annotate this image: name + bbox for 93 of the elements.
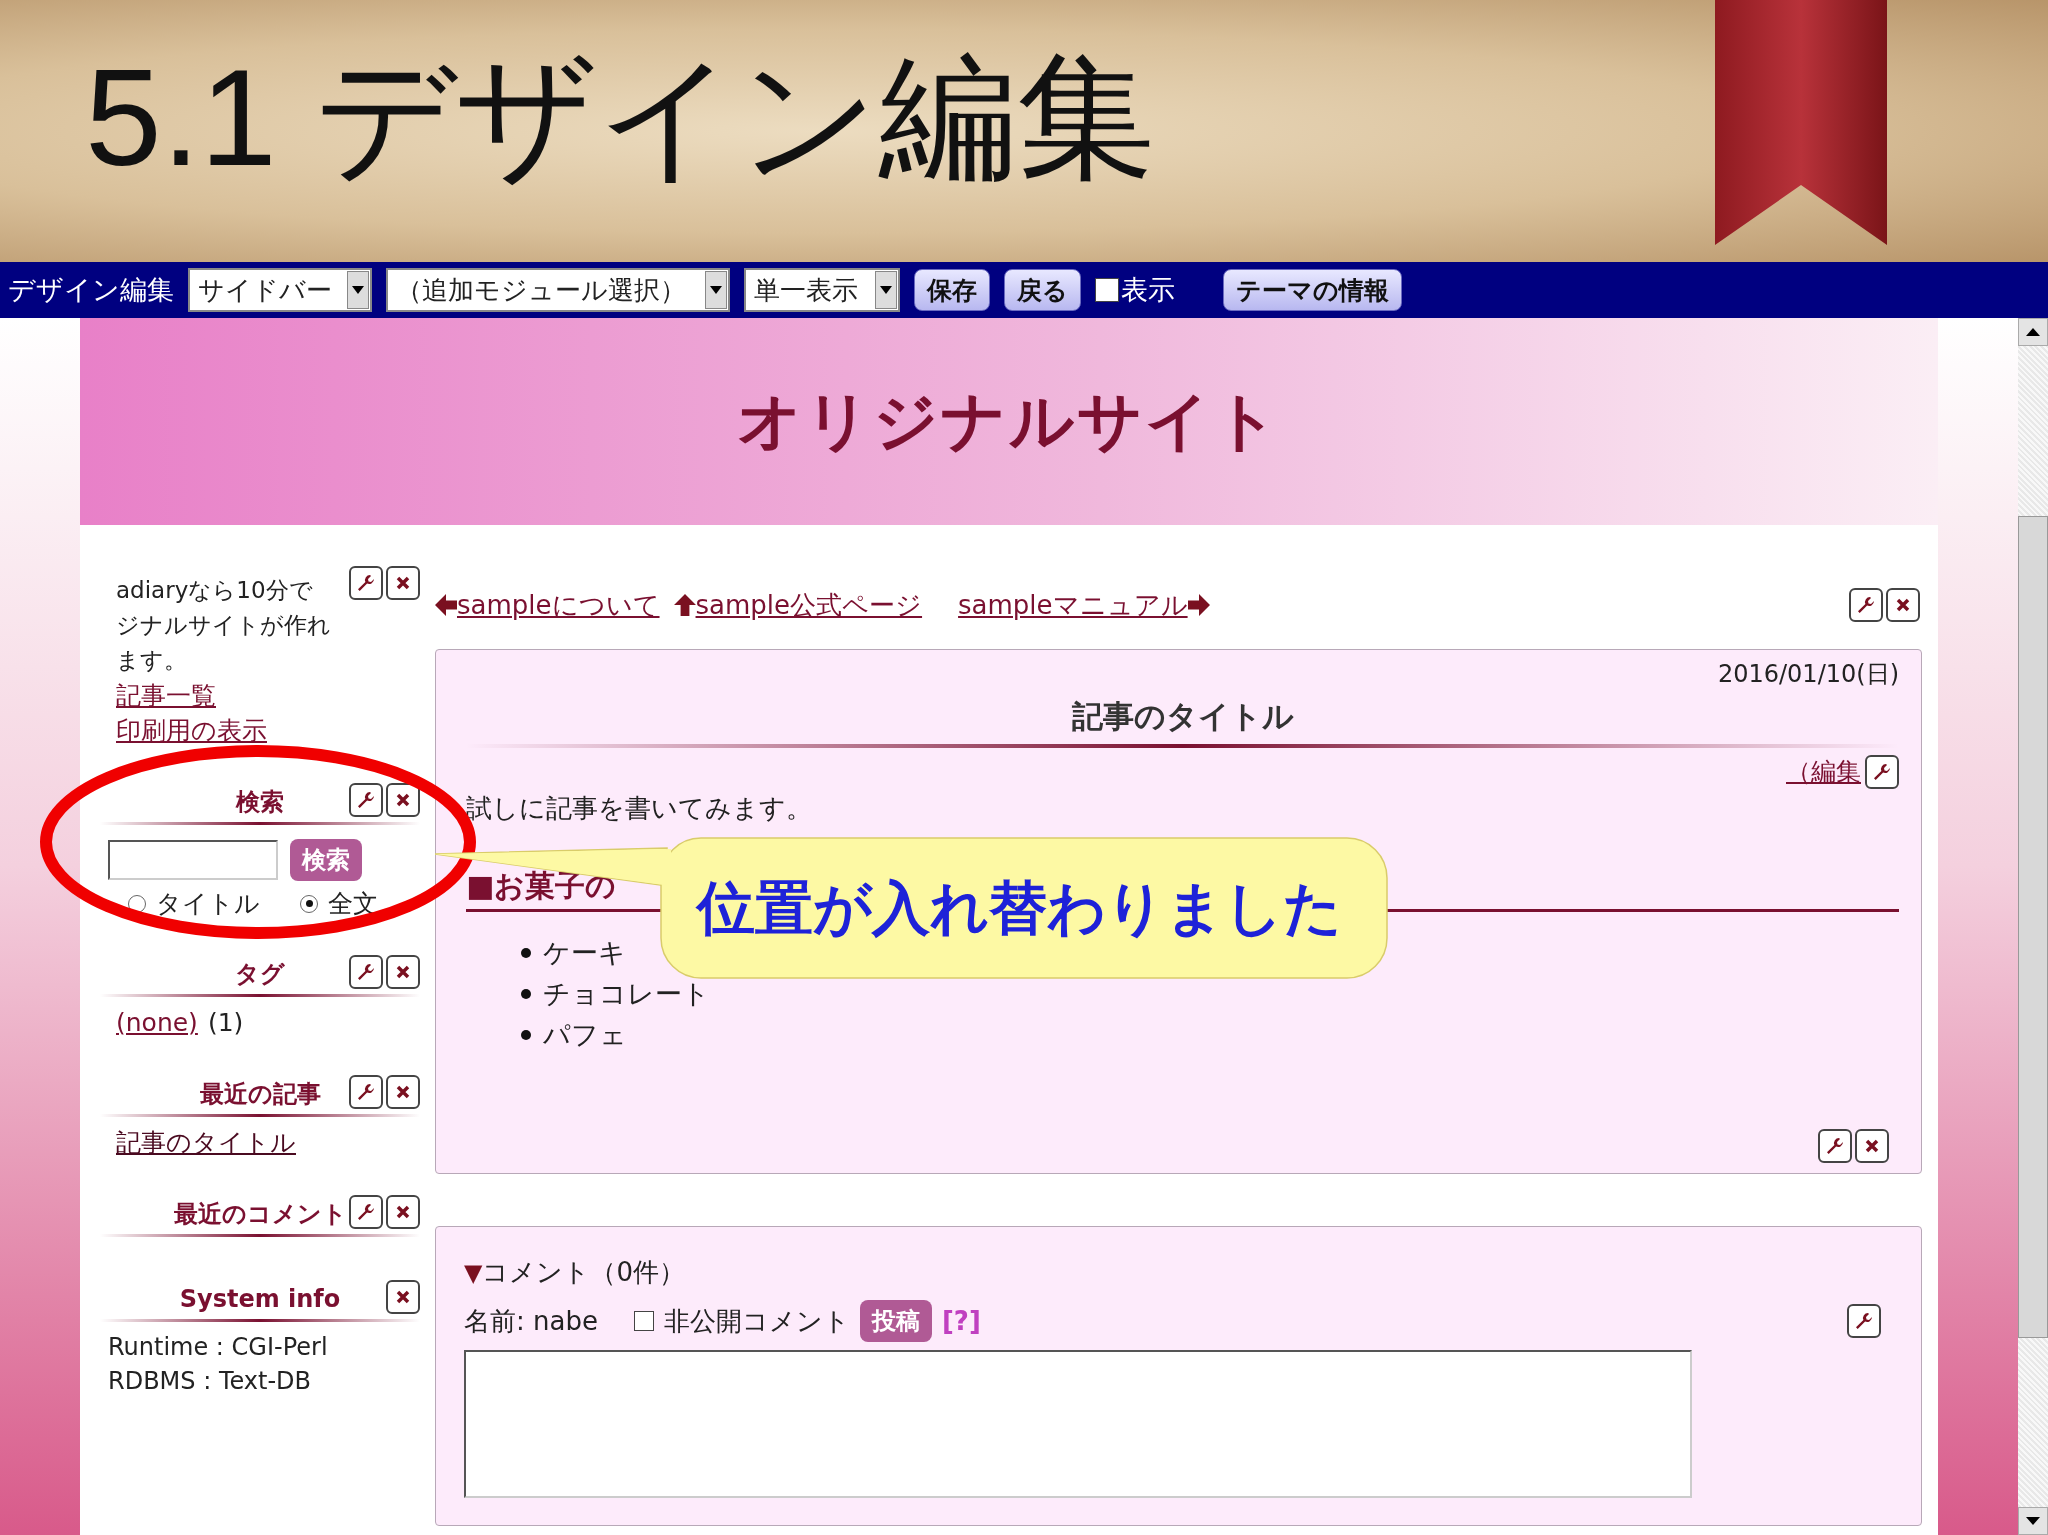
comments-title: コメント（0件）: [482, 1256, 685, 1289]
nav-link[interactable]: sampleマニュアル: [958, 587, 1210, 623]
arrow-right-icon: [1187, 594, 1210, 616]
triangle-up-icon: [2026, 328, 2040, 336]
close-icon: [1895, 597, 1911, 613]
wrench-icon: [356, 573, 376, 593]
sidebar-link[interactable]: 印刷用の表示: [116, 713, 267, 748]
delete-button[interactable]: [386, 955, 420, 989]
tag-link[interactable]: (none): [116, 1005, 198, 1040]
slide-title: 5.1 デザイン編集: [85, 48, 1156, 186]
delete-button[interactable]: [386, 566, 420, 600]
post-button[interactable]: 投稿: [859, 1300, 932, 1342]
checkbox[interactable]: [1095, 278, 1119, 302]
list-item: チョコレート: [543, 976, 710, 1011]
radio-button[interactable]: [128, 894, 146, 913]
nav-link[interactable]: sample公式ページ: [673, 587, 923, 623]
arrow-up-icon: [673, 594, 696, 616]
close-icon: [395, 792, 411, 808]
sidebar-link[interactable]: 記事のタイトル: [116, 1125, 296, 1160]
scroll-thumb[interactable]: [2018, 515, 2048, 1338]
search-button[interactable]: 検索: [290, 839, 362, 881]
edit-link[interactable]: （編集: [1786, 754, 1861, 789]
delete-button[interactable]: [1886, 588, 1920, 622]
back-button[interactable]: 戻る: [1004, 269, 1081, 311]
delete-button[interactable]: [386, 1195, 420, 1229]
wrench-button[interactable]: [1818, 1129, 1852, 1163]
wrench-button[interactable]: [349, 783, 383, 817]
bullet-icon: [521, 988, 531, 999]
help-link[interactable]: [?]: [941, 1306, 981, 1336]
arrow-left-icon: [435, 594, 457, 616]
radio-label: タイトル: [156, 888, 260, 920]
wrench-icon: [1856, 595, 1876, 615]
theme-info-button[interactable]: テーマの情報: [1223, 269, 1402, 311]
bullet-icon: [521, 947, 531, 958]
delete-button[interactable]: [386, 783, 420, 817]
module-title: System info: [179, 1285, 341, 1313]
close-icon: [395, 1289, 411, 1305]
delete-button[interactable]: [386, 1280, 420, 1314]
nav-link[interactable]: sampleについて: [435, 587, 660, 623]
dropdown[interactable]: 単一表示: [744, 268, 900, 312]
wrench-icon: [1825, 1136, 1845, 1156]
wrench-icon: [356, 1082, 376, 1102]
module-title: タグ: [235, 959, 285, 990]
close-icon: [1864, 1138, 1880, 1154]
close-icon: [395, 1204, 411, 1220]
wrench-icon: [356, 962, 376, 982]
article-text: 試しに記事を書いてみます。: [466, 792, 813, 825]
wrench-button[interactable]: [349, 955, 383, 989]
checkbox[interactable]: [633, 1311, 654, 1331]
collapse-toggle[interactable]: ▼: [464, 1258, 483, 1287]
article-date: 2016/01/10(日): [1716, 659, 1899, 690]
info-text: Runtime : CGI-Perl: [108, 1332, 329, 1363]
scroll-down-button[interactable]: [2018, 1507, 2048, 1535]
delete-button[interactable]: [1855, 1129, 1889, 1163]
module-title: 検索: [236, 787, 284, 818]
wrench-button[interactable]: [349, 1195, 383, 1229]
wrench-button[interactable]: [349, 1075, 383, 1109]
close-icon: [395, 964, 411, 980]
close-icon: [395, 575, 411, 591]
wrench-icon: [356, 1202, 376, 1222]
wrench-icon: [1872, 761, 1892, 782]
list-item: パフェ: [543, 1017, 627, 1052]
comment-field[interactable]: [464, 1350, 1692, 1498]
delete-button[interactable]: [386, 1075, 420, 1109]
wrench-icon: [1854, 1311, 1874, 1331]
site-title: オリジナルサイト: [737, 383, 1281, 460]
triangle-down-icon: [2026, 1517, 2040, 1525]
save-button[interactable]: 保存: [914, 269, 990, 311]
intro-text: adiaryなら10分で ジナルサイトが作れます。: [116, 576, 332, 675]
scroll-up-button[interactable]: [2018, 318, 2048, 346]
wrench-button[interactable]: [1847, 1304, 1881, 1338]
toolbar-title: デザイン編集: [8, 273, 174, 307]
bookmark-ribbon-icon: [1715, 0, 1887, 245]
dropdown[interactable]: （追加モジュール選択）: [386, 268, 730, 312]
tag-count: (1): [207, 1008, 244, 1037]
radio-button[interactable]: [300, 894, 318, 913]
wrench-button[interactable]: [349, 566, 383, 600]
wrench-icon: [356, 790, 376, 810]
bullet-icon: [521, 1029, 531, 1040]
checkbox-label: 表示: [1121, 273, 1175, 307]
name-label: 名前: nabe: [464, 1304, 598, 1338]
module-title: 最近のコメント: [173, 1199, 347, 1230]
module-title: 最近の記事: [199, 1079, 321, 1110]
wrench-button[interactable]: [1865, 754, 1899, 789]
list-item: ケーキ: [543, 935, 626, 970]
close-icon: [395, 1084, 411, 1100]
sidebar-link[interactable]: 記事一覧: [116, 678, 216, 713]
search-field[interactable]: [108, 840, 278, 880]
info-text: RDBMS : Text-DB: [108, 1366, 313, 1397]
article-title: 記事のタイトル: [1070, 697, 1295, 736]
dropdown[interactable]: サイドバー: [188, 268, 372, 312]
checkbox-label: 非公開コメント: [663, 1304, 850, 1338]
wrench-button[interactable]: [1849, 588, 1883, 622]
